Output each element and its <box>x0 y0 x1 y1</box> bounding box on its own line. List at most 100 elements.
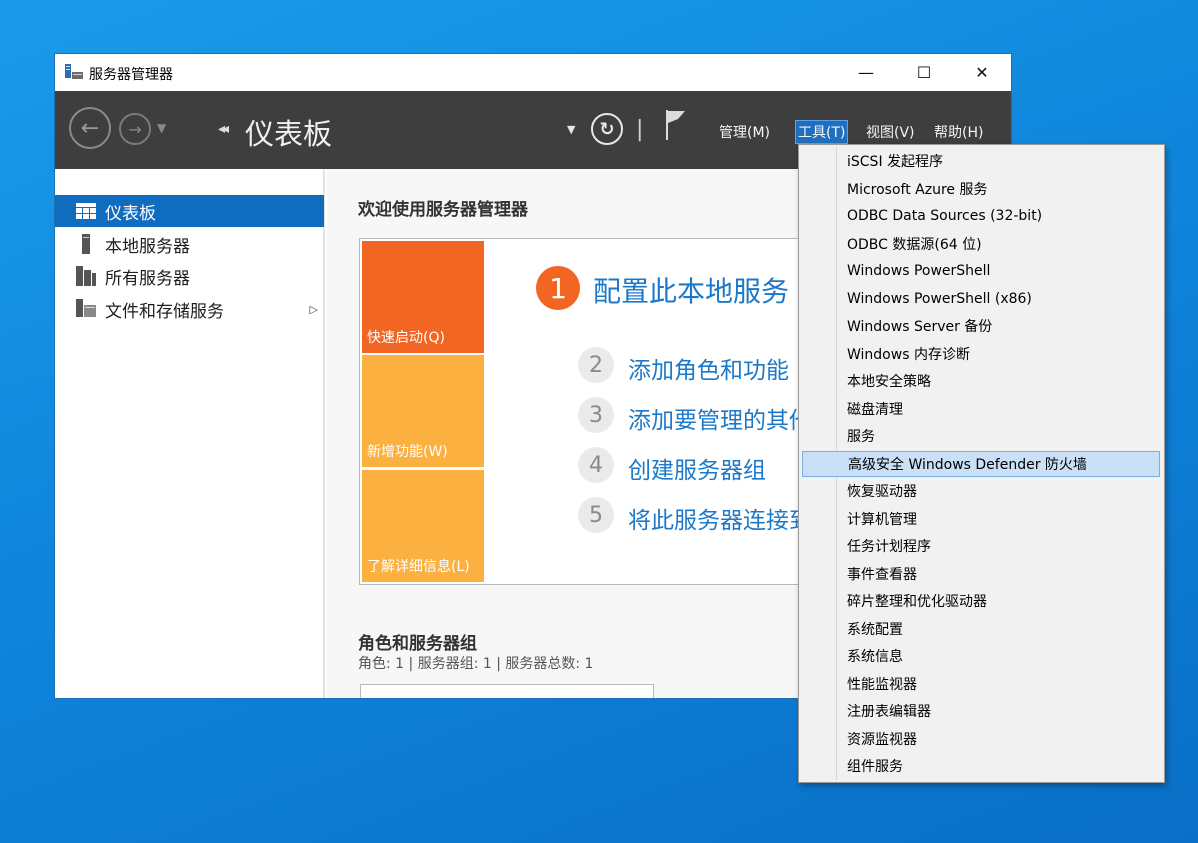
tools-menu-item[interactable]: Windows PowerShell <box>802 258 1160 284</box>
breadcrumb-dropdown-icon[interactable]: ▼ <box>567 123 575 136</box>
minimize-button[interactable]: — <box>837 54 895 91</box>
tools-menu-item-label: 服务 <box>847 429 875 445</box>
step-number: 2 <box>578 347 614 383</box>
step-number: 1 <box>536 266 580 310</box>
step-number: 5 <box>578 497 614 533</box>
back-arrow-icon[interactable]: ← <box>69 107 111 149</box>
tools-menu-item[interactable]: Windows PowerShell (x86) <box>802 286 1160 312</box>
tools-menu-item-label: 计算机管理 <box>847 511 917 528</box>
tools-menu-item[interactable]: Windows Server 备份 <box>802 313 1160 339</box>
tools-menu-item-label: Microsoft Azure 服务 <box>847 181 988 198</box>
tile-label: 新增功能(W) <box>367 444 448 460</box>
step-number: 3 <box>578 397 614 433</box>
sidebar-item-label: 仪表板 <box>105 203 156 224</box>
tools-menu-item[interactable]: ODBC Data Sources (32-bit) <box>802 203 1160 229</box>
tile-learn-more[interactable]: 了解详细信息(L) <box>362 470 484 582</box>
tile-label: 快速启动(Q) <box>367 330 445 346</box>
step-link-connect-cloud[interactable]: 将此服务器连接到 <box>628 501 812 535</box>
history-dropdown-icon[interactable]: ▼ <box>157 121 166 135</box>
storage-icon <box>75 299 97 319</box>
tools-menu-item[interactable]: ODBC 数据源(64 位) <box>802 231 1160 257</box>
step-link-add-servers[interactable]: 添加要管理的其他 <box>628 401 812 435</box>
tools-dropdown-menu: iSCSI 发起程序 Microsoft Azure 服务 ODBC Data So… <box>798 144 1165 783</box>
tools-menu-item-label: 高级安全 Windows Defender 防火墙 <box>848 456 1087 473</box>
sidebar-item-all-servers[interactable]: 所有服务器 <box>55 260 324 292</box>
breadcrumb-title: 仪表板 <box>245 117 333 151</box>
dashboard-icon <box>75 203 97 219</box>
tools-menu-item-label: ODBC Data Sources (32-bit) <box>847 208 1043 224</box>
sidebar-item-label: 文件和存储服务 <box>105 301 224 322</box>
menu-manage[interactable]: 管理(M) <box>717 121 772 143</box>
tools-menu-item-label: 磁盘清理 <box>847 401 903 418</box>
tools-menu-item[interactable]: 任务计划程序 <box>802 533 1160 559</box>
tools-menu-item-label: 系统信息 <box>847 649 903 665</box>
sidebar-item-file-storage[interactable]: 文件和存储服务 ▷ <box>55 293 324 325</box>
tools-menu-item-label: 恢复驱动器 <box>847 484 917 500</box>
tools-menu-item[interactable]: 组件服务 <box>802 753 1160 779</box>
tile-whats-new[interactable]: 新增功能(W) <box>362 355 484 467</box>
notifications-flag-icon[interactable] <box>663 108 689 142</box>
step-link-add-roles[interactable]: 添加角色和功能 <box>628 351 789 385</box>
tools-menu-item-label: Windows Server 备份 <box>847 319 993 335</box>
title-bar[interactable]: 服务器管理器 — ☐ ✕ <box>55 54 1011 91</box>
tools-menu-item-label: ODBC 数据源(64 位) <box>847 236 982 253</box>
server-icon <box>75 234 97 254</box>
tools-menu-item[interactable]: 资源监视器 <box>802 726 1160 752</box>
step-link-create-group[interactable]: 创建服务器组 <box>628 451 766 485</box>
sidebar-item-local-server[interactable]: 本地服务器 <box>55 228 324 260</box>
tile-quick-start[interactable]: 快速启动(Q) <box>362 241 484 353</box>
maximize-button[interactable]: ☐ <box>895 54 953 91</box>
sidebar-item-dashboard[interactable]: 仪表板 <box>55 195 324 227</box>
tools-menu-item-label: 任务计划程序 <box>847 539 931 555</box>
tools-menu-item[interactable]: 磁盘清理 <box>802 396 1160 422</box>
tools-menu-item-label: Windows PowerShell (x86) <box>847 290 1032 307</box>
tools-menu-item[interactable]: 系统信息 <box>802 643 1160 669</box>
breadcrumb-arrows-icon: ◂◂ <box>218 121 229 137</box>
refresh-icon[interactable]: ↻ <box>591 113 623 145</box>
tools-menu-item[interactable]: iSCSI 发起程序 <box>802 148 1160 174</box>
tools-menu-item-label: 注册表编辑器 <box>847 704 931 720</box>
window-title: 服务器管理器 <box>89 67 173 83</box>
roles-section-summary: 角色: 1 | 服务器组: 1 | 服务器总数: 1 <box>358 656 594 672</box>
sidebar-item-label: 所有服务器 <box>105 268 190 289</box>
menu-tools[interactable]: 工具(T) <box>794 120 849 144</box>
tools-menu-item[interactable]: 事件查看器 <box>802 561 1160 587</box>
menu-view[interactable]: 视图(V) <box>864 121 917 143</box>
tools-menu-item-label: 碎片整理和优化驱动器 <box>847 594 987 610</box>
forward-arrow-icon[interactable]: → <box>119 113 151 145</box>
server-manager-app-icon <box>65 64 83 79</box>
tools-menu-item[interactable]: 性能监视器 <box>802 671 1160 697</box>
tools-menu-item-label: 系统配置 <box>847 621 903 638</box>
tools-menu-item-label: iSCSI 发起程序 <box>847 154 944 170</box>
tools-menu-item-label: 资源监视器 <box>847 731 917 748</box>
close-button[interactable]: ✕ <box>953 54 1011 91</box>
tools-menu-item[interactable]: Windows 内存诊断 <box>802 341 1160 367</box>
tools-menu-item[interactable]: 计算机管理 <box>802 506 1160 532</box>
tools-menu-item[interactable]: 高级安全 Windows Defender 防火墙 <box>802 450 1160 477</box>
tools-menu-item-label: Windows 内存诊断 <box>847 346 970 363</box>
tools-menu-item[interactable]: 碎片整理和优化驱动器 <box>802 588 1160 614</box>
tile-label: 了解详细信息(L) <box>367 559 470 575</box>
tools-menu-item-label: 本地安全策略 <box>847 374 931 390</box>
sidebar-item-label: 本地服务器 <box>105 236 190 257</box>
tools-menu-item-label: 组件服务 <box>847 759 903 775</box>
servers-icon <box>75 266 97 286</box>
tools-menu-item[interactable]: 系统配置 <box>802 616 1160 642</box>
step-link-configure[interactable]: 配置此本地服务 <box>593 270 789 310</box>
tools-menu-item-label: Windows PowerShell <box>847 263 991 279</box>
role-card[interactable] <box>360 684 654 698</box>
tools-menu-item[interactable]: 本地安全策略 <box>802 368 1160 394</box>
toolbar-separator: | <box>636 117 644 142</box>
tools-menu-item[interactable]: 服务 <box>802 423 1160 449</box>
step-number: 4 <box>578 447 614 483</box>
tools-menu-item[interactable]: Microsoft Azure 服务 <box>802 176 1160 202</box>
tools-menu-item-label: 性能监视器 <box>847 676 917 693</box>
tools-menu-item[interactable]: 恢复驱动器 <box>802 478 1160 504</box>
sidebar: 仪表板 本地服务器 所有服务器 文件和存储服务 ▷ <box>55 169 325 698</box>
tools-menu-item-label: 事件查看器 <box>847 566 917 583</box>
roles-section-title: 角色和服务器组 <box>358 634 477 654</box>
menu-help[interactable]: 帮助(H) <box>932 121 985 143</box>
expand-arrow-icon[interactable]: ▷ <box>310 303 318 316</box>
welcome-title: 欢迎使用服务器管理器 <box>358 200 528 220</box>
tools-menu-item[interactable]: 注册表编辑器 <box>802 698 1160 724</box>
